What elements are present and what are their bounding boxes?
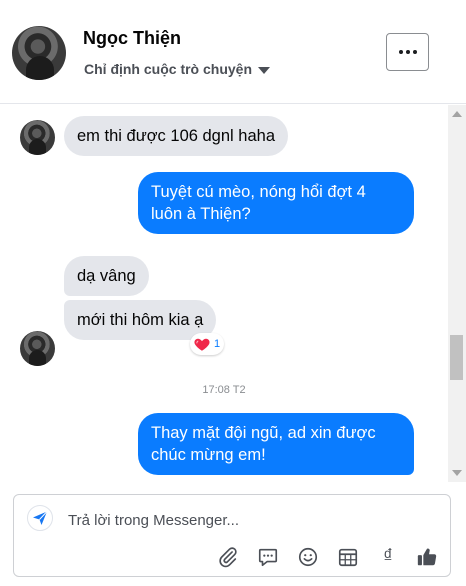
caret-down-icon bbox=[258, 66, 271, 74]
emoji-button[interactable] bbox=[296, 545, 320, 569]
reaction-count: 1 bbox=[214, 338, 221, 350]
message-bubble-incoming[interactable]: dạ vâng bbox=[64, 256, 149, 296]
contact-name[interactable]: Ngọc Thiện bbox=[83, 28, 181, 49]
currency-dong-icon: ₫ bbox=[383, 546, 393, 567]
calendar-icon bbox=[338, 548, 358, 567]
paperclip-icon bbox=[219, 547, 237, 568]
message-timestamp: 17:08 T2 bbox=[202, 384, 246, 396]
assign-conversation-label: Chỉ định cuộc trò chuyện bbox=[84, 61, 253, 77]
scrollbar-thumb[interactable] bbox=[450, 335, 463, 380]
assign-conversation-dropdown[interactable]: Chỉ định cuộc trò chuyện bbox=[84, 61, 271, 77]
thread-scrollbar[interactable] bbox=[448, 105, 466, 482]
message-text-line: Tuyệt cú mèo, nóng hổi đợt 4 bbox=[151, 183, 366, 201]
messenger-icon bbox=[27, 505, 53, 531]
message-thread[interactable]: em thi được 106 dgnl haha Tuyệt cú mèo, … bbox=[0, 105, 448, 482]
thumbs-up-icon bbox=[417, 548, 437, 566]
appointment-button[interactable] bbox=[336, 545, 360, 569]
message-text-line: luôn à Thiện? bbox=[151, 205, 251, 223]
emoji-icon bbox=[298, 547, 318, 567]
scroll-up-arrow-icon[interactable] bbox=[452, 111, 462, 117]
heart-icon bbox=[194, 338, 210, 351]
saved-replies-button[interactable] bbox=[256, 545, 280, 569]
contact-avatar-small bbox=[20, 331, 55, 366]
more-options-button[interactable] bbox=[386, 33, 429, 71]
reply-composer: ₫ bbox=[13, 494, 451, 577]
message-text: mới thi hôm kia ạ bbox=[77, 311, 204, 329]
conversation-header: Ngọc Thiện Chỉ định cuộc trò chuyện bbox=[0, 0, 466, 104]
contact-avatar[interactable] bbox=[12, 26, 66, 80]
reaction-badge[interactable]: 1 bbox=[190, 333, 225, 355]
payment-button[interactable]: ₫ bbox=[376, 545, 400, 569]
message-bubble-outgoing[interactable]: Thay mặt đội ngũ, ad xin được chúc mừng … bbox=[138, 413, 414, 475]
like-button[interactable] bbox=[415, 545, 439, 569]
contact-avatar-small bbox=[20, 120, 55, 155]
message-text: dạ vâng bbox=[77, 267, 136, 285]
message-text: em thi được 106 dgnl haha bbox=[77, 127, 275, 145]
attach-file-button[interactable] bbox=[216, 545, 240, 569]
message-text-line: Thay mặt đội ngũ, ad xin được bbox=[151, 424, 376, 442]
reply-input[interactable] bbox=[66, 507, 440, 533]
message-bubble-incoming[interactable]: em thi được 106 dgnl haha bbox=[64, 116, 288, 156]
chat-bubble-icon bbox=[258, 548, 278, 567]
message-bubble-outgoing[interactable]: Tuyệt cú mèo, nóng hổi đợt 4 luôn à Thiệ… bbox=[138, 172, 414, 234]
more-horizontal-icon bbox=[398, 50, 403, 54]
scroll-down-arrow-icon[interactable] bbox=[452, 470, 462, 476]
message-text-line: chúc mừng em! bbox=[151, 446, 266, 464]
message-bubble-incoming[interactable]: mới thi hôm kia ạ bbox=[64, 300, 217, 340]
